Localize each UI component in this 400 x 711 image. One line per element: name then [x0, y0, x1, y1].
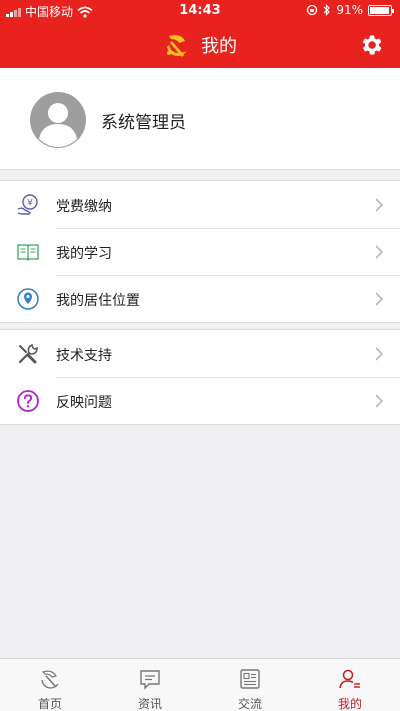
- orientation-lock-icon: [307, 4, 318, 16]
- tab-label-news: 资讯: [137, 697, 162, 711]
- chevron-right-icon: [375, 394, 384, 408]
- chevron-right-icon: [375, 245, 384, 259]
- menu-group-1: ¥ 党费缴纳 我的学习 我的居住位置: [0, 180, 400, 323]
- page-title: 我的: [201, 36, 237, 57]
- menu-item-dues[interactable]: ¥ 党费缴纳: [0, 181, 400, 228]
- tab-label-exchange: 交流: [237, 697, 262, 711]
- tab-label-mine: 我的: [337, 697, 362, 711]
- tab-bar: 首页 资讯 交流 我的: [0, 658, 400, 711]
- emblem-icon: [41, 670, 59, 689]
- newspaper-icon: [240, 669, 260, 689]
- tab-mine[interactable]: 我的: [300, 659, 400, 711]
- menu-label-dues: 党费缴纳: [56, 199, 112, 215]
- location-pin-icon: [17, 288, 39, 310]
- profile-name: 系统管理员: [101, 113, 186, 133]
- menu-label-tech-support: 技术支持: [56, 348, 112, 364]
- tab-home[interactable]: 首页: [0, 659, 100, 711]
- wrench-screwdriver-icon: [18, 344, 38, 364]
- chevron-right-icon: [375, 198, 384, 212]
- status-bar: 中国移动 14:43 91%: [0, 0, 400, 22]
- question-icon: [17, 390, 39, 412]
- menu-item-feedback[interactable]: 反映问题: [0, 377, 400, 424]
- menu-group-2: 技术支持 反映问题: [0, 329, 400, 425]
- svg-text:¥: ¥: [27, 199, 33, 209]
- menu-item-study[interactable]: 我的学习: [0, 228, 400, 275]
- battery-icon: [368, 4, 394, 16]
- message-icon: [140, 670, 160, 690]
- menu-label-residence: 我的居住位置: [56, 293, 140, 309]
- menu-label-study: 我的学习: [56, 246, 112, 262]
- chevron-right-icon: [375, 292, 384, 306]
- menu-label-feedback: 反映问题: [56, 395, 112, 411]
- yuan-coin-icon: ¥: [17, 194, 38, 215]
- settings-gear-icon[interactable]: [358, 32, 384, 58]
- user-list-icon: [339, 669, 360, 689]
- menu-item-residence[interactable]: 我的居住位置: [0, 275, 400, 322]
- nav-bar: 我的: [0, 22, 400, 68]
- tab-news[interactable]: 资讯: [100, 659, 200, 711]
- party-emblem-icon: [167, 35, 187, 57]
- tab-label-home: 首页: [37, 697, 62, 711]
- book-icon: [17, 244, 39, 261]
- avatar: [30, 92, 86, 148]
- chevron-right-icon: [375, 347, 384, 361]
- battery-percent: 91%: [336, 3, 363, 17]
- tab-exchange[interactable]: 交流: [200, 659, 300, 711]
- profile-card[interactable]: 系统管理员: [0, 68, 400, 170]
- bluetooth-icon: [323, 4, 331, 16]
- menu-item-tech-support[interactable]: 技术支持: [0, 330, 400, 377]
